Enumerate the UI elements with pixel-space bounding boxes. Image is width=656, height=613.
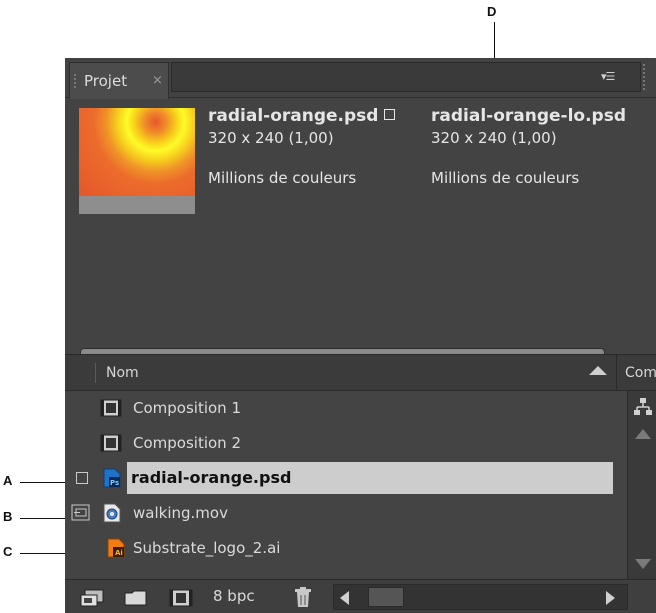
quicktime-file-icon: [103, 503, 121, 523]
svg-text:Ps: Ps: [110, 479, 119, 487]
preview-file-name: radial-orange.psd: [208, 106, 379, 126]
callout-b: B: [3, 509, 13, 524]
callout-a: A: [3, 473, 13, 488]
scroll-down-icon[interactable]: [635, 559, 651, 569]
checkbox-icon[interactable]: [76, 472, 88, 484]
thumbnail-bar: [79, 196, 195, 214]
tab-projet[interactable]: Projet ×: [69, 62, 169, 99]
flowchart-icon[interactable]: [633, 397, 653, 417]
callout-a-line: [20, 482, 68, 483]
scroll-right-icon[interactable]: [606, 591, 615, 605]
callout-c: C: [3, 544, 13, 559]
callout-b-line: [20, 518, 68, 519]
list-item[interactable]: walking.mov: [65, 496, 627, 531]
list-item[interactable]: Composition 2: [65, 426, 627, 461]
column-header: Nom Com: [65, 355, 656, 391]
scroll-thumb[interactable]: [368, 587, 404, 607]
preview-dimensions: 320 x 240 (1,00): [208, 129, 334, 147]
preview-info-primary: radial-orange.psd 320 x 240 (1,00) Milli…: [208, 106, 396, 187]
svg-text:Ai: Ai: [115, 549, 123, 557]
list-item[interactable]: Composition 1: [65, 391, 627, 426]
tab-grip-icon[interactable]: [74, 74, 78, 88]
sort-ascending-icon[interactable]: [589, 366, 607, 375]
preview-color-depth: Millions de couleurs: [208, 169, 357, 187]
project-toolbar: 8 bpc: [65, 579, 656, 613]
list-item-label: Composition 1: [133, 399, 241, 417]
panel-grip-icon[interactable]: [643, 64, 649, 90]
horizontal-scrollbar[interactable]: [333, 584, 628, 610]
vertical-scrollbar[interactable]: [627, 391, 656, 579]
preview-color-depth-secondary: Millions de couleurs: [431, 169, 580, 187]
project-item-list: Nom Com Composition 1 Composition 2 Ps r…: [65, 354, 656, 613]
illustrator-file-icon: Ai: [107, 538, 125, 558]
list-item-selected[interactable]: Ps radial-orange.psd: [65, 461, 627, 496]
preview-area: radial-orange.psd 320 x 240 (1,00) Milli…: [65, 98, 656, 380]
list-item-label: Substrate_logo_2.ai: [133, 539, 281, 557]
panel-tab-bar: Projet × ▾☰: [65, 58, 656, 99]
new-folder-icon[interactable]: [123, 588, 149, 608]
list-item[interactable]: Ai Substrate_logo_2.ai: [65, 531, 627, 566]
list-item-label: radial-orange.psd: [131, 468, 292, 487]
tab-bar-filler: [171, 62, 641, 92]
color-depth-button[interactable]: 8 bpc: [213, 587, 255, 605]
close-icon[interactable]: ×: [152, 73, 163, 88]
column-header-name[interactable]: Nom: [106, 365, 139, 381]
proxy-icon[interactable]: [71, 504, 91, 522]
preview-thumbnail: [79, 108, 195, 196]
column-divider: [95, 363, 96, 383]
composition-icon: [100, 434, 122, 452]
callout-d: D: [487, 4, 497, 19]
preview-dimensions-secondary: 320 x 240 (1,00): [431, 129, 557, 147]
photoshop-file-icon: Ps: [103, 468, 121, 488]
preview-info-secondary: radial-orange-lo.psd 320 x 240 (1,00) Mi…: [431, 106, 626, 187]
column-header-comment[interactable]: Com: [625, 365, 656, 381]
project-panel: Projet × ▾☰ radial-orange.psd 320 x 240 …: [65, 58, 656, 613]
column-divider[interactable]: [616, 355, 617, 391]
preview-file-name-secondary: radial-orange-lo.psd: [431, 106, 627, 126]
panel-menu-icon[interactable]: ▾☰: [601, 70, 615, 83]
interpret-footage-icon[interactable]: [79, 588, 105, 608]
scroll-up-icon[interactable]: [635, 429, 651, 439]
tab-title: Projet: [84, 72, 128, 90]
new-composition-icon[interactable]: [168, 588, 194, 608]
composition-icon: [100, 399, 122, 417]
scroll-left-icon[interactable]: [340, 591, 349, 605]
list-item-label: walking.mov: [133, 504, 228, 522]
list-item-label: Composition 2: [133, 434, 241, 452]
trash-icon[interactable]: [293, 586, 313, 608]
checkbox-icon: [384, 109, 396, 120]
